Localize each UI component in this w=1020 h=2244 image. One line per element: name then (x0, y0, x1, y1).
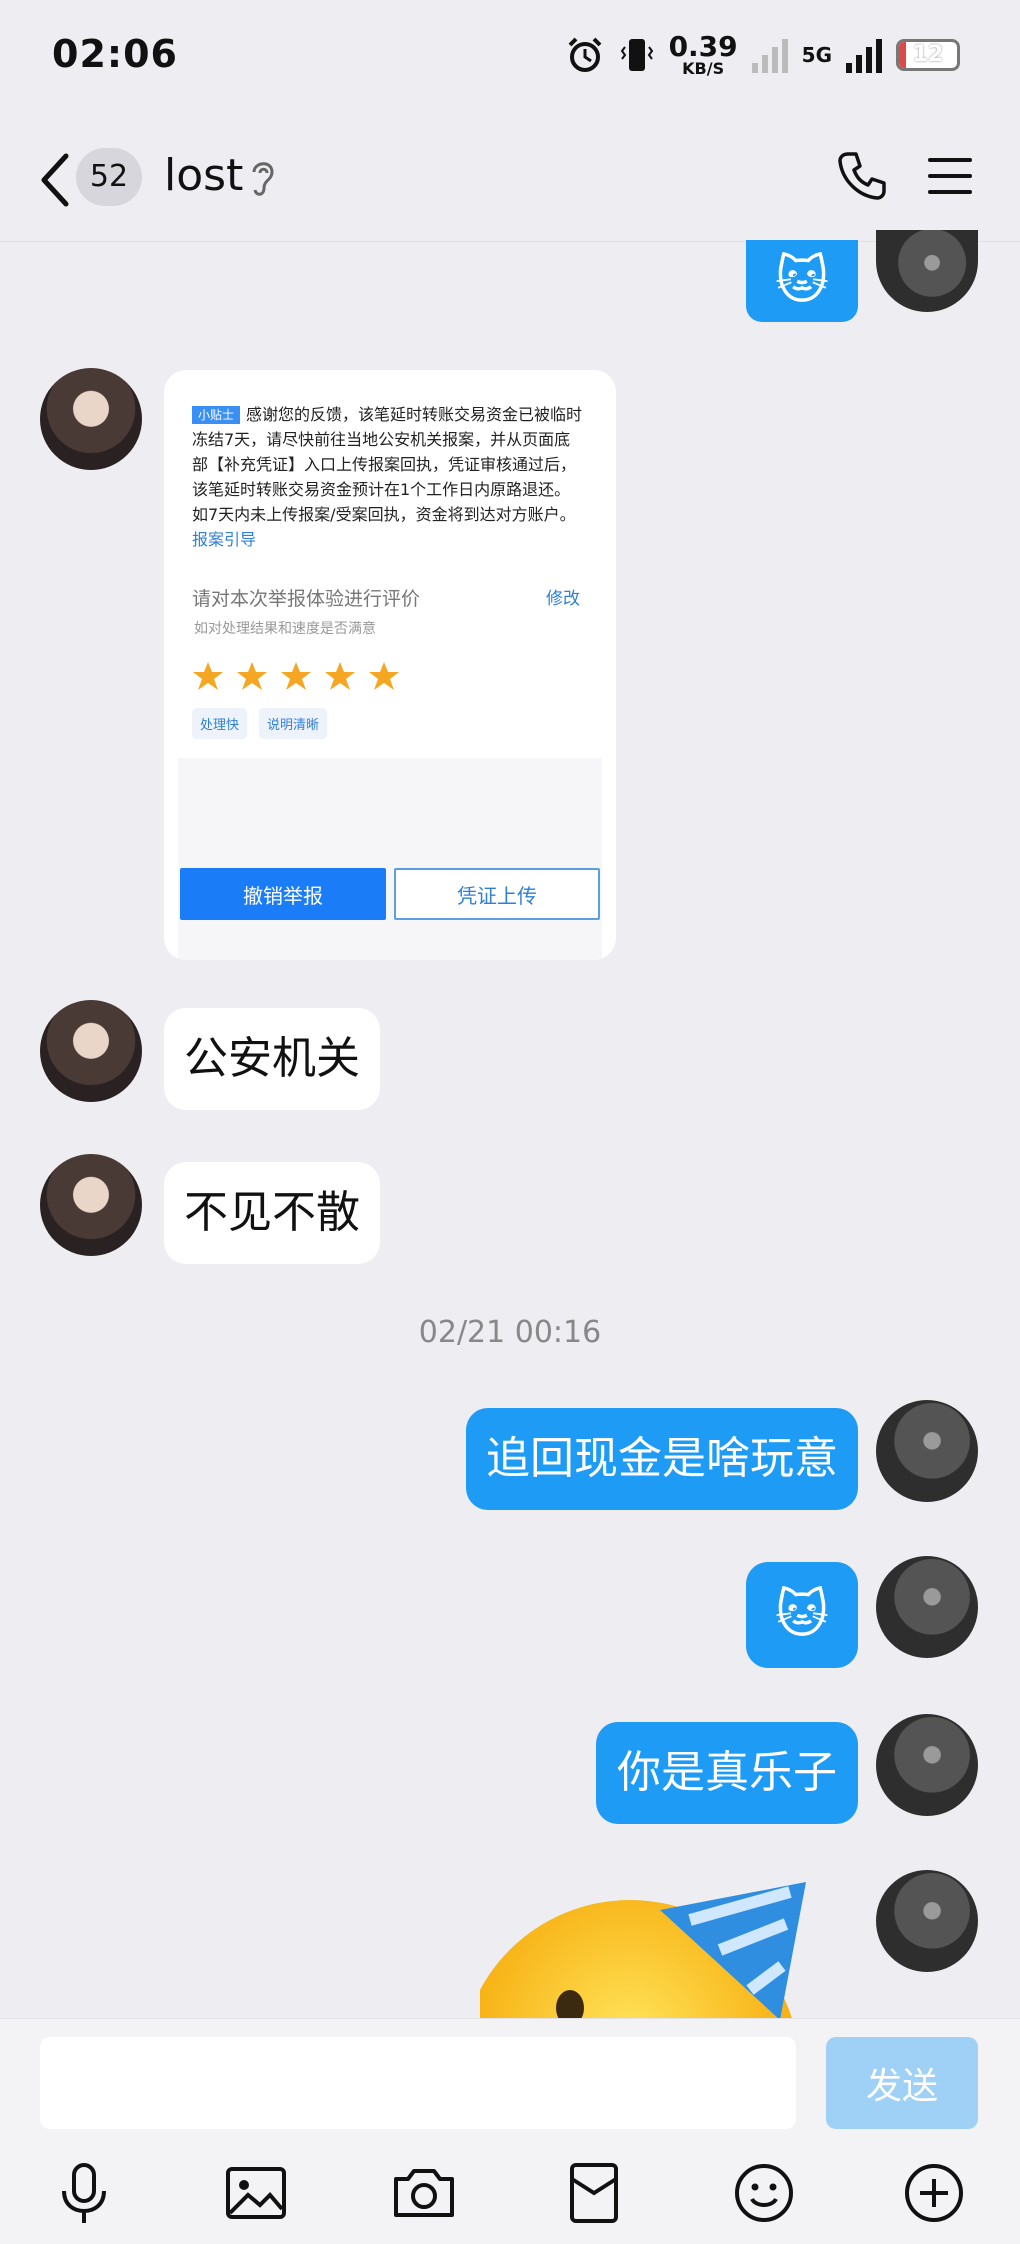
rating-title: 请对本次举报体验进行评价 (192, 588, 421, 610)
party-emoji-icon[interactable] (480, 1880, 820, 2020)
chip-fast[interactable]: 处理快 (192, 708, 248, 739)
report-card[interactable]: 小贴士 感谢您的反馈，该笔延时转账交易资金已被临时冻结7天，请尽快前往当地公安机关… (164, 370, 616, 960)
chat-title[interactable]: lost (164, 150, 243, 201)
report-guide-link[interactable]: 报案引导 (192, 530, 256, 549)
back-icon[interactable] (36, 150, 76, 210)
network-type: 5G (801, 43, 832, 67)
star-icon[interactable] (192, 660, 224, 692)
red-packet-icon[interactable] (560, 2159, 628, 2227)
tip-tag: 小贴士 (192, 406, 241, 424)
phone-call-icon[interactable] (836, 150, 888, 202)
sticker-bubble[interactable]: 🐱 (746, 240, 858, 322)
star-icon[interactable] (368, 660, 400, 692)
avatar[interactable] (876, 1714, 978, 1816)
speed-unit: KB/S (682, 59, 725, 78)
dog-sticker-icon: 🐱 (774, 251, 830, 311)
emoji-icon[interactable] (730, 2159, 798, 2227)
status-icons: 0.39 KB/S 5G 12 (565, 30, 960, 80)
rating-stars[interactable] (192, 660, 400, 692)
notice-body: 感谢您的反馈，该笔延时转账交易资金已被临时冻结7天，请尽快前往当地公安机关报案，… (192, 405, 583, 524)
avatar[interactable] (40, 368, 142, 470)
message-bubble-out[interactable]: 你是真乐子 (596, 1722, 858, 1824)
star-icon[interactable] (324, 660, 356, 692)
ear-icon (252, 162, 274, 196)
avatar[interactable] (40, 1154, 142, 1256)
sticker-bubble[interactable]: 🐱 (746, 1562, 858, 1668)
composer-bar: 发送 (0, 2018, 1020, 2244)
message-bubble-in[interactable]: 公安机关 (164, 1008, 380, 1110)
send-button[interactable]: 发送 (826, 2037, 978, 2129)
message-bubble-out[interactable]: 追回现金是啥玩意 (466, 1408, 858, 1510)
star-icon[interactable] (236, 660, 268, 692)
rating-edit-link[interactable]: 修改 (546, 584, 580, 609)
camera-icon[interactable] (390, 2159, 458, 2227)
image-icon[interactable] (222, 2159, 290, 2227)
avatar[interactable] (876, 230, 978, 312)
rating-subtitle: 如对处理结果和速度是否满意 (194, 621, 376, 637)
star-icon[interactable] (280, 660, 312, 692)
avatar[interactable] (876, 1556, 978, 1658)
message-input[interactable] (40, 2037, 796, 2129)
microphone-icon[interactable] (50, 2159, 118, 2227)
avatar[interactable] (876, 1400, 978, 1502)
add-icon[interactable] (900, 2159, 968, 2227)
network-speed: 0.39 KB/S (669, 33, 738, 77)
vibrate-icon (620, 39, 653, 71)
status-time: 02:06 (52, 32, 178, 76)
menu-icon[interactable] (928, 156, 972, 196)
message-timestamp: 02/21 00:16 (418, 1315, 602, 1350)
cancel-report-button[interactable]: 撤销举报 (180, 868, 386, 920)
notice-text: 小贴士 感谢您的反馈，该笔延时转账交易资金已被临时冻结7天，请尽快前往当地公安机关… (192, 402, 584, 552)
battery-level: 12 (912, 42, 944, 67)
alarm-icon (568, 37, 601, 72)
unread-count-badge[interactable]: 52 (76, 148, 142, 206)
avatar[interactable] (40, 1000, 142, 1102)
dog-sticker-icon: 🐱 (774, 1585, 830, 1645)
chip-clear[interactable]: 说明清晰 (259, 708, 328, 739)
wifi-signal-icon (751, 37, 788, 73)
speed-value: 0.39 (668, 30, 738, 63)
upload-proof-button[interactable]: 凭证上传 (394, 868, 600, 920)
battery-icon: 12 (896, 39, 960, 71)
message-bubble-in[interactable]: 不见不散 (164, 1162, 380, 1264)
rating-chips: 处理快 说明清晰 (192, 708, 328, 739)
status-bar: 02:06 0.39 KB/S 5G 12 (0, 0, 1020, 110)
avatar[interactable] (876, 1870, 978, 1972)
cell-signal-icon (846, 37, 882, 73)
